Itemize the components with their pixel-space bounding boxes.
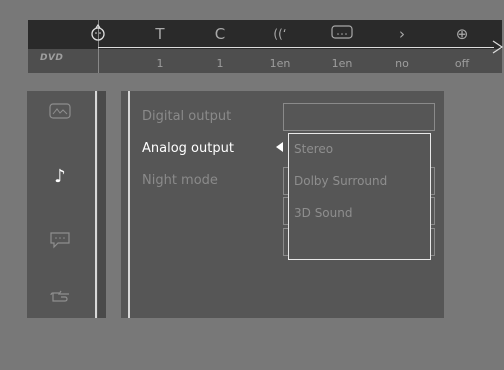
- sound-icon[interactable]: ♪: [47, 166, 73, 187]
- title-value: 1: [156, 57, 164, 70]
- category-divider: [95, 91, 97, 318]
- arrow-right-icon: [490, 39, 504, 55]
- subtitle-value: 1en: [331, 57, 353, 70]
- selection-pointer-icon: [276, 142, 283, 152]
- chapter-icon[interactable]: C: [208, 24, 232, 44]
- top-status-bar: DVD T C ((ʻ › ⊕ 1 1 1en 1en no off: [28, 20, 504, 78]
- dvd-logo: DVD: [40, 53, 64, 63]
- picture-icon[interactable]: [47, 103, 73, 123]
- sound-settings-panel: Digital output Analog output Night mode …: [121, 91, 444, 318]
- option-3d-sound[interactable]: 3D Sound: [294, 206, 352, 220]
- angle-icon[interactable]: ›: [390, 24, 414, 44]
- analog-output-item[interactable]: Analog output: [142, 141, 234, 156]
- digital-output-item[interactable]: Digital output: [142, 109, 231, 124]
- digital-output-value-box[interactable]: [283, 103, 435, 131]
- category-gutter: [98, 91, 106, 318]
- progress-line: [98, 47, 494, 48]
- night-mode-item[interactable]: Night mode: [142, 173, 218, 188]
- panel-divider: [128, 91, 130, 318]
- zoom-icon[interactable]: ⊕: [450, 24, 474, 44]
- analog-output-dropdown[interactable]: Stereo Dolby Surround 3D Sound: [288, 133, 431, 260]
- features-icon[interactable]: [47, 289, 73, 309]
- angle-value: no: [395, 57, 409, 70]
- category-menu: ♪: [27, 91, 106, 318]
- option-dolby-surround[interactable]: Dolby Surround: [294, 174, 387, 188]
- chapter-value: 1: [216, 57, 224, 70]
- zoom-value: off: [454, 57, 470, 70]
- language-icon[interactable]: [47, 231, 73, 251]
- subtitle-icon[interactable]: [330, 24, 354, 44]
- title-icon[interactable]: T: [148, 24, 172, 44]
- option-stereo[interactable]: Stereo: [294, 142, 333, 156]
- disc-menu-icon[interactable]: [86, 24, 110, 44]
- audio-icon[interactable]: ((ʻ: [268, 24, 292, 44]
- audio-value: 1en: [269, 57, 291, 70]
